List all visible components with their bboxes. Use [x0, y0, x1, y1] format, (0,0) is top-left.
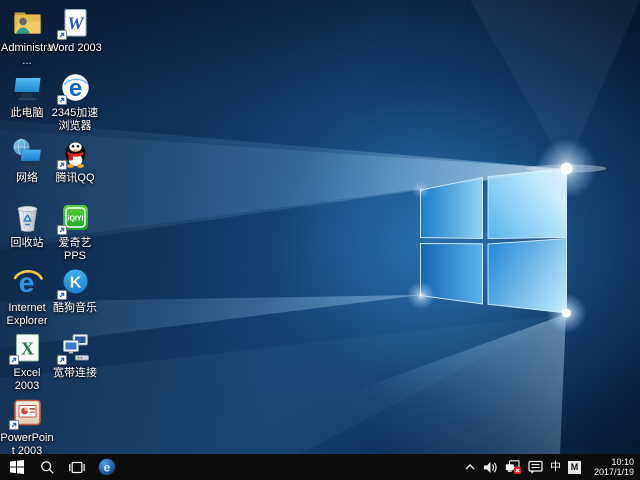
desktop-icon-label: 酷狗音乐	[53, 302, 97, 315]
recycle-bin-icon	[11, 201, 44, 234]
desktop-icon-label: 爱奇艺PPS	[48, 237, 102, 263]
desktop-icon-label: Administra...	[0, 42, 54, 68]
shortcut-arrow-icon	[9, 355, 19, 365]
desktop-icon-iqiyi-pps[interactable]: iQIYI 爱奇艺PPS	[48, 201, 102, 263]
start-button[interactable]	[2, 454, 32, 480]
network-icon	[11, 136, 44, 169]
shortcut-arrow-icon	[57, 290, 67, 300]
shortcut-arrow-icon	[57, 95, 67, 105]
speaker-icon	[483, 461, 498, 474]
windows-desktop: Administra... 此电脑	[0, 0, 640, 480]
browser-2345-icon: e	[59, 71, 92, 104]
show-hidden-icons-button[interactable]	[464, 454, 476, 480]
word-w-glyph: W	[67, 14, 85, 34]
desktop-icon-tencent-qq[interactable]: 腾讯QQ	[48, 136, 102, 185]
action-center-icon	[528, 460, 543, 475]
shortcut-arrow-icon	[57, 355, 67, 365]
pinned-2345-browser-button[interactable]: e	[92, 454, 122, 480]
taskbar-left-group: e	[2, 454, 122, 480]
internet-explorer-icon: e	[11, 266, 44, 299]
shortcut-arrow-icon	[57, 225, 67, 235]
powerpoint-icon	[11, 396, 44, 429]
iqiyi-pps-icon: iQIYI	[59, 201, 92, 234]
task-view-button[interactable]	[62, 454, 92, 480]
this-pc-icon	[11, 71, 44, 104]
desktop-icon-word-2003[interactable]: W Word 2003	[48, 6, 102, 55]
desktop-icon-powerpoint-2003[interactable]: PowerPoint 2003	[0, 396, 54, 454]
desktop-icon-label: 2345加速浏览器	[48, 107, 102, 133]
broadband-icon	[59, 331, 92, 364]
shortcut-arrow-icon	[9, 420, 19, 430]
ime-badge[interactable]: M	[568, 454, 581, 480]
desktop-area[interactable]: Administra... 此电脑	[0, 0, 640, 454]
desktop-icon-this-pc[interactable]: 此电脑	[0, 71, 54, 120]
taskbar: e	[0, 454, 640, 480]
desktop-icon-kugou-music[interactable]: K 酷狗音乐	[48, 266, 102, 315]
chevron-up-icon	[464, 461, 476, 473]
browser-2345-taskbar-icon: e	[98, 458, 116, 476]
taskbar-clock[interactable]: 10:10 2017/1/19	[588, 457, 636, 478]
network-disconnected-icon	[505, 460, 521, 474]
kugou-music-icon: K	[59, 266, 92, 299]
clock-time: 10:10	[588, 457, 634, 468]
shortcut-arrow-icon	[57, 160, 67, 170]
desktop-icon-label: 回收站	[11, 237, 44, 250]
qq-icon	[59, 136, 92, 169]
excel-icon: X	[11, 331, 44, 364]
desktop-icon-excel-2003[interactable]: X Excel 2003	[0, 331, 54, 393]
search-icon	[40, 460, 55, 475]
word-icon: W	[59, 6, 92, 39]
ime-m-icon: M	[568, 461, 581, 474]
desktop-icon-label: Internet Explorer	[0, 302, 54, 328]
system-tray: 中 M 10:10 2017/1/19	[464, 454, 636, 480]
desktop-icon-broadband[interactable]: 宽带连接	[48, 331, 102, 380]
desktop-icon-label: 此电脑	[11, 107, 44, 120]
desktop-icon-administrator[interactable]: Administra...	[0, 6, 54, 68]
iqiyi-glyph: iQIYI	[67, 216, 83, 223]
desktop-icon-label: PowerPoint 2003	[0, 432, 54, 454]
desktop-icon-internet-explorer[interactable]: e Internet Explorer	[0, 266, 54, 328]
user-folder-icon	[11, 6, 44, 39]
desktop-icon-label: 宽带连接	[53, 367, 97, 380]
search-button[interactable]	[32, 454, 62, 480]
windows-logo-icon	[10, 460, 24, 474]
desktop-icon-label: 网络	[16, 172, 38, 185]
desktop-icon-label: 腾讯QQ	[55, 172, 94, 185]
ime-language-indicator[interactable]: 中	[550, 454, 561, 480]
desktop-icon-recycle-bin[interactable]: 回收站	[0, 201, 54, 250]
task-view-icon	[69, 461, 85, 474]
network-status-button[interactable]	[505, 454, 521, 480]
kugou-k-glyph: K	[69, 275, 81, 292]
clock-date: 2017/1/19	[588, 467, 634, 478]
desktop-icon-label: Excel 2003	[0, 367, 54, 393]
desktop-icon-network[interactable]: 网络	[0, 136, 54, 185]
desktop-icon-label: Word 2003	[48, 42, 102, 55]
volume-button[interactable]	[483, 454, 498, 480]
excel-x-glyph: X	[21, 339, 34, 359]
action-center-button[interactable]	[528, 454, 543, 480]
shortcut-arrow-icon	[57, 30, 67, 40]
taskbar-browser-e-glyph: e	[104, 460, 111, 474]
desktop-icon-2345-browser[interactable]: e 2345加速浏览器	[48, 71, 102, 133]
